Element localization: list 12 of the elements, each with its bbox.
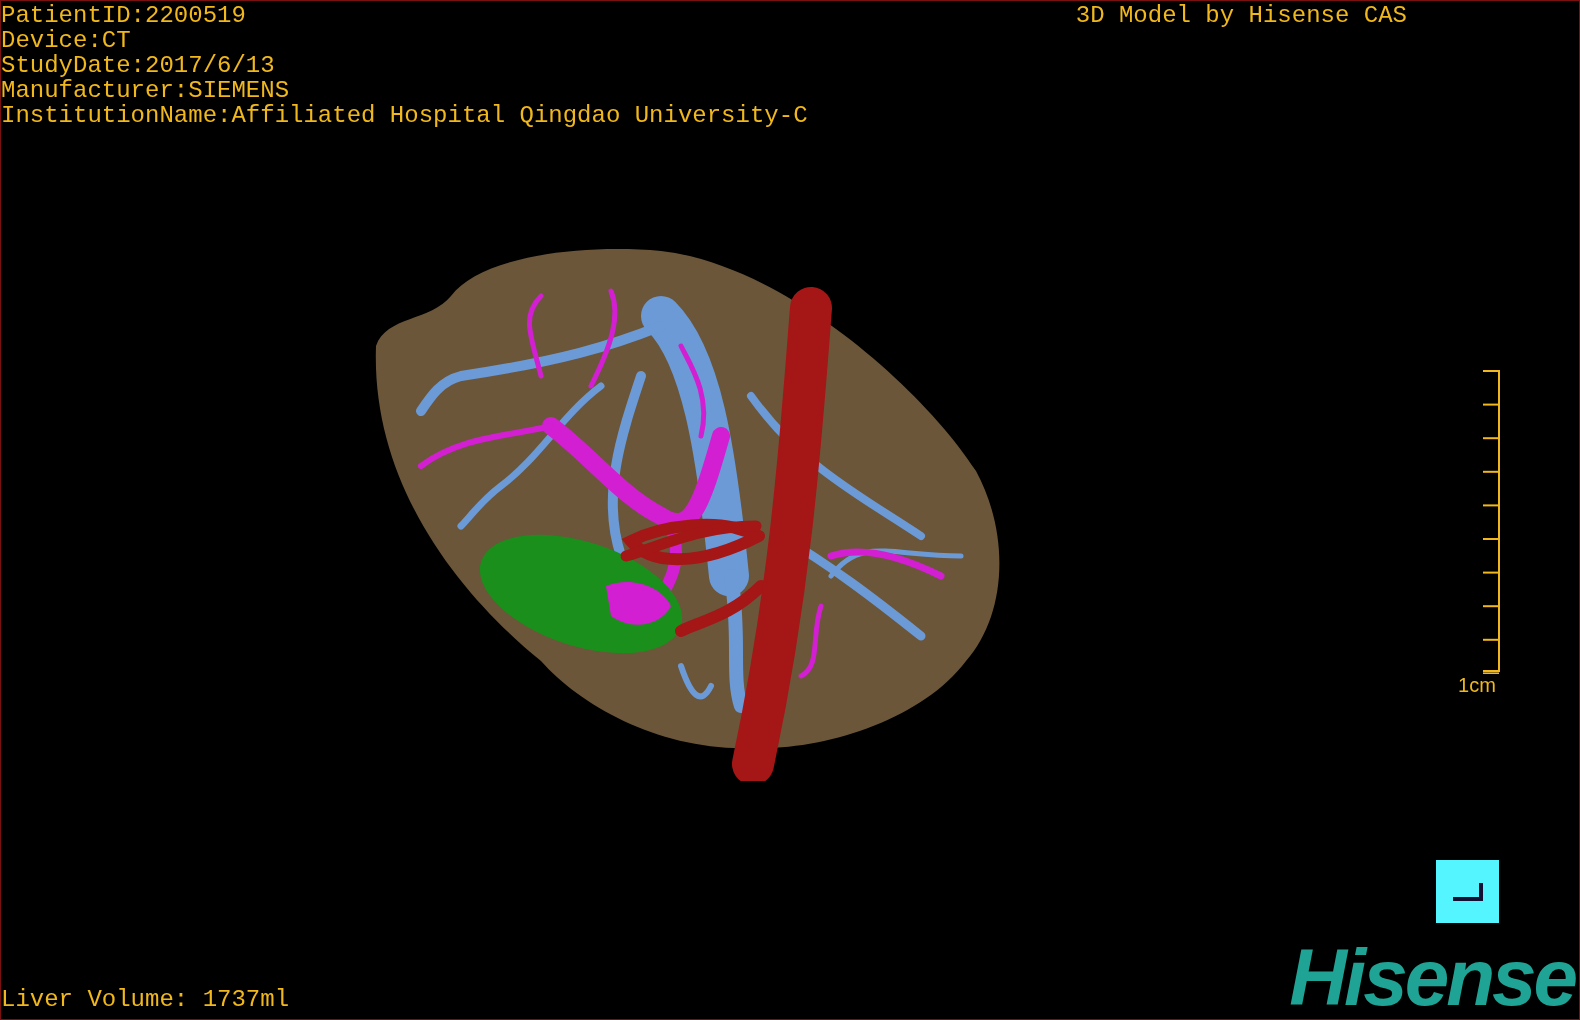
liver-volume-text: Liver Volume: 1737ml — [1, 987, 290, 1013]
patient-info-line: Device:CT — [1, 28, 132, 53]
patient-info-line: StudyDate:2017/6/13 — [1, 53, 276, 78]
brand-logo: Hisense — [1289, 943, 1575, 1013]
model-title: 3D Model by Hisense CAS — [1075, 1, 1407, 31]
scale-bar-icon — [1483, 368, 1501, 674]
patient-info-line: InstitutionName:Affiliated Hospital Qingdao University-C — [1, 103, 808, 128]
corner-button[interactable] — [1436, 860, 1499, 923]
patient-info-line: Manufacturer:SIEMENS — [1, 78, 291, 103]
patient-info-line: PatientID:2200519 — [1, 3, 247, 28]
corner-icon — [1450, 880, 1485, 903]
scale-label: 1cm — [1458, 674, 1496, 696]
